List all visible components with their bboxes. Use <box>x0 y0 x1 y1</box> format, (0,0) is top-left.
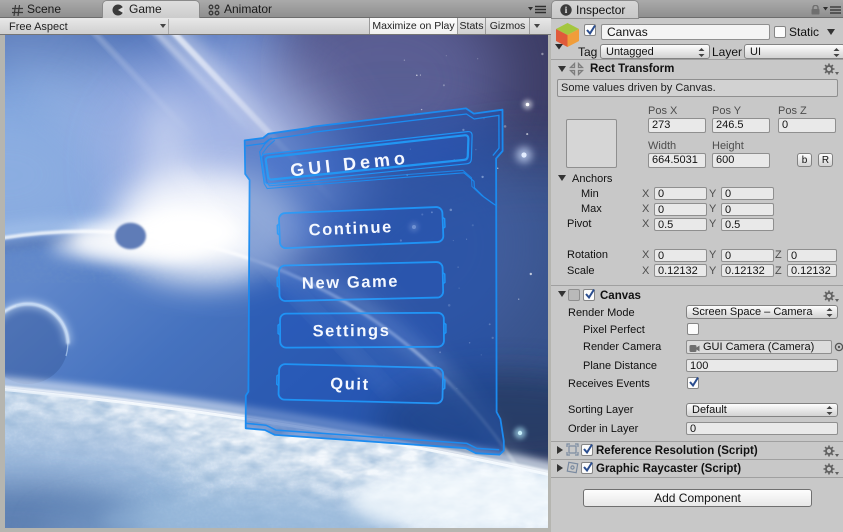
svg-text:Quit: Quit <box>330 375 370 394</box>
